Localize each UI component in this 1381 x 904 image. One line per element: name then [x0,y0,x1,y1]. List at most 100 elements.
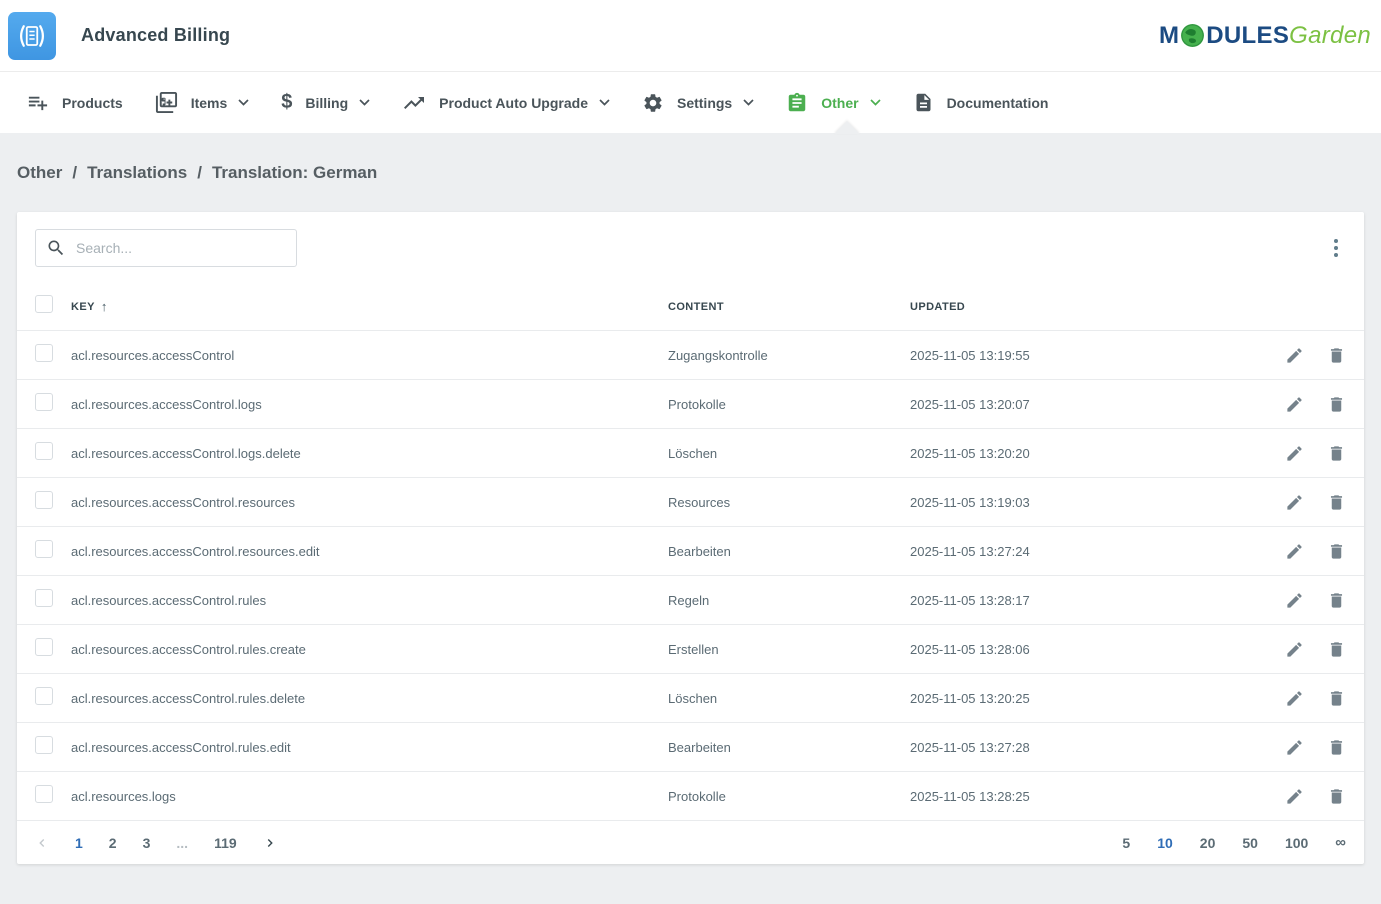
breadcrumb-other[interactable]: Other [17,163,62,183]
pencil-icon [1285,542,1304,561]
search-input[interactable] [76,240,286,256]
row-content: Resources [668,495,910,510]
row-checkbox[interactable] [35,344,53,362]
row-checkbox[interactable] [35,736,53,754]
delete-button[interactable] [1327,689,1346,708]
page-size-50[interactable]: 50 [1242,835,1258,851]
row-content: Bearbeiten [668,544,910,559]
nav-item-billing[interactable]: $ Billing [265,72,386,133]
chevron-down-icon [238,99,249,106]
table-row: acl.resources.accessControl.rules Regeln… [17,576,1364,625]
row-checkbox[interactable] [35,785,53,803]
nav-item-documentation[interactable]: Documentation [897,72,1065,133]
delete-button[interactable] [1327,542,1346,561]
column-header-updated[interactable]: UPDATED [910,301,1250,313]
delete-button[interactable] [1327,787,1346,806]
row-checkbox[interactable] [35,687,53,705]
table-row: acl.resources.accessControl.rules.edit B… [17,723,1364,772]
nav-item-settings[interactable]: Settings [626,72,770,133]
pencil-icon [1285,395,1304,414]
delete-button[interactable] [1327,640,1346,659]
delete-button[interactable] [1327,738,1346,757]
table-body: acl.resources.accessControl Zugangskontr… [17,331,1364,821]
row-key: acl.resources.accessControl.logs.delete [71,446,668,461]
active-tab-caret [834,121,860,134]
row-key: acl.resources.accessControl.rules.edit [71,740,668,755]
delete-button[interactable] [1327,395,1346,414]
column-label: KEY [71,301,95,313]
nav-item-products[interactable]: Products [10,72,139,133]
row-content: Löschen [668,691,910,706]
translations-card: KEY ↑ CONTENT UPDATED acl.resources.acce… [17,212,1364,864]
row-updated: 2025-11-05 13:28:06 [910,642,1250,657]
delete-button[interactable] [1327,591,1346,610]
pagination-next-button[interactable] [263,836,277,850]
pagination-page-2[interactable]: 2 [109,835,117,851]
row-key: acl.resources.accessControl.resources [71,495,668,510]
row-updated: 2025-11-05 13:19:55 [910,348,1250,363]
row-checkbox[interactable] [35,491,53,509]
edit-button[interactable] [1285,395,1304,414]
breadcrumb-translations[interactable]: Translations [87,163,187,183]
edit-button[interactable] [1285,640,1304,659]
pagination-sizes: 5 10 20 50 100 ∞ [1122,834,1346,851]
nav-item-label: Items [191,95,228,111]
table-row: acl.resources.accessControl.resources Re… [17,478,1364,527]
brand-suffix: Garden [1289,22,1371,50]
nav-item-items[interactable]: Items [139,72,266,133]
row-updated: 2025-11-05 13:28:25 [910,789,1250,804]
page-size-infinity[interactable]: ∞ [1335,834,1346,851]
row-key: acl.resources.accessControl [71,348,668,363]
row-key: acl.resources.accessControl.logs [71,397,668,412]
row-checkbox[interactable] [35,540,53,558]
row-checkbox[interactable] [35,638,53,656]
trash-icon [1327,689,1346,708]
page-size-5[interactable]: 5 [1122,835,1130,851]
edit-button[interactable] [1285,689,1304,708]
delete-button[interactable] [1327,444,1346,463]
pagination-left: 123...119 [35,835,277,851]
brand-middle: DULES [1206,22,1289,50]
pagination-page-119[interactable]: 119 [214,835,237,851]
row-key: acl.resources.accessControl.rules.create [71,642,668,657]
column-header-content[interactable]: CONTENT [668,301,910,313]
trash-icon [1327,787,1346,806]
app-logo-icon [8,12,56,60]
chevron-down-icon [743,99,754,106]
pagination-page-3[interactable]: 3 [143,835,151,851]
search-box [35,229,297,267]
delete-button[interactable] [1327,493,1346,512]
page-size-20[interactable]: 20 [1200,835,1216,851]
row-checkbox[interactable] [35,393,53,411]
edit-button[interactable] [1285,346,1304,365]
modulesgarden-logo: M DULES Garden [1159,22,1371,50]
column-header-key[interactable]: KEY ↑ [71,299,668,314]
row-key: acl.resources.logs [71,789,668,804]
breadcrumb-current: Translation: German [212,163,377,183]
delete-button[interactable] [1327,346,1346,365]
page-size-10[interactable]: 10 [1157,835,1173,851]
row-key: acl.resources.accessControl.rules [71,593,668,608]
row-checkbox[interactable] [35,589,53,607]
chevron-down-icon [599,99,610,106]
pencil-icon [1285,787,1304,806]
nav-item-product-auto-upgrade[interactable]: Product Auto Upgrade [386,72,626,133]
select-all-checkbox[interactable] [35,295,53,313]
pagination-page-1[interactable]: 1 [75,835,83,851]
kebab-menu-button[interactable] [1326,233,1346,263]
edit-button[interactable] [1285,738,1304,757]
page-size-100[interactable]: 100 [1285,835,1308,851]
pagination-prev-button[interactable] [35,836,49,850]
edit-button[interactable] [1285,787,1304,806]
edit-button[interactable] [1285,542,1304,561]
edit-button[interactable] [1285,493,1304,512]
row-content: Bearbeiten [668,740,910,755]
chevron-down-icon [870,99,881,106]
row-updated: 2025-11-05 13:27:24 [910,544,1250,559]
edit-button[interactable] [1285,444,1304,463]
pencil-icon [1285,346,1304,365]
row-checkbox[interactable] [35,442,53,460]
breadcrumb-separator: / [72,163,77,183]
row-content: Zugangskontrolle [668,348,910,363]
edit-button[interactable] [1285,591,1304,610]
